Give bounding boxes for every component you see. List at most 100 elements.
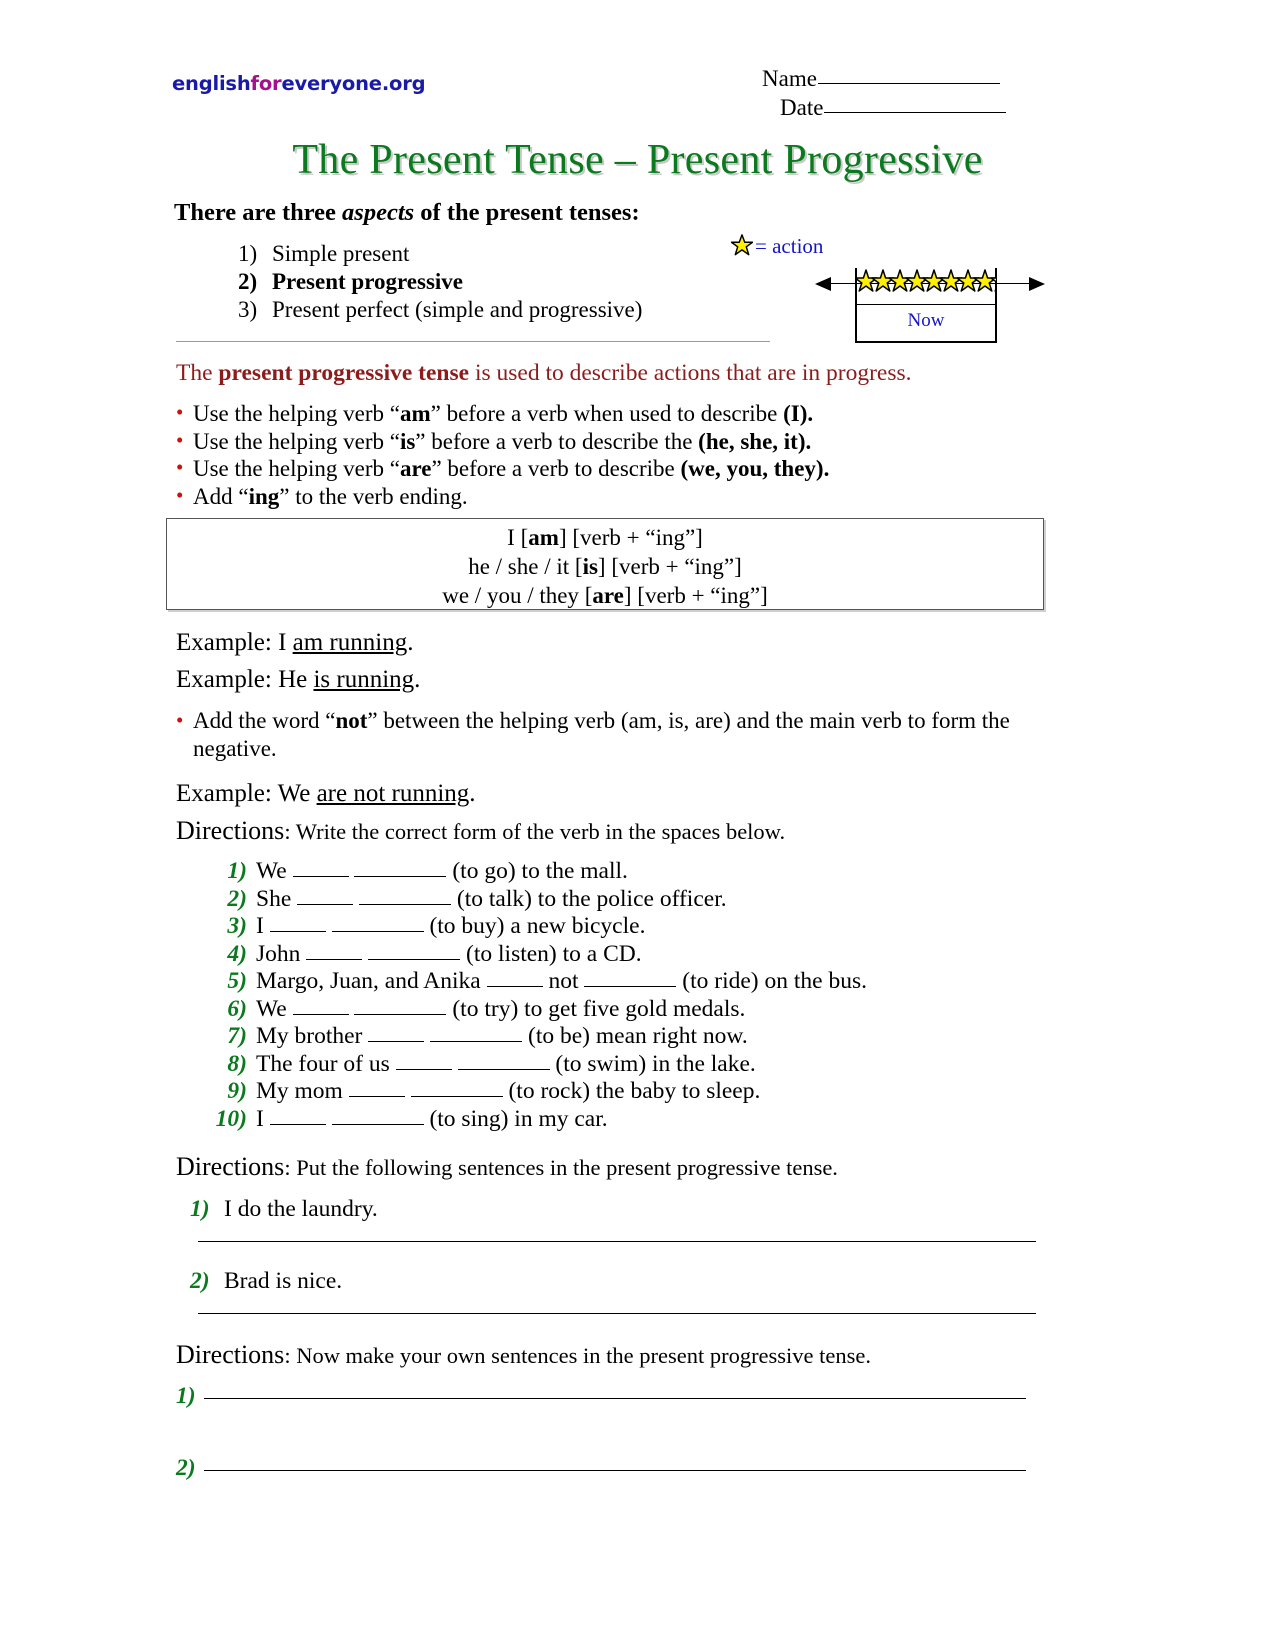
exercise-blank-long[interactable]: [354, 876, 447, 877]
exercise-pre: We: [256, 858, 293, 884]
exercise-blank-long[interactable]: [331, 1123, 424, 1125]
exercise-blank-short[interactable]: [306, 958, 363, 960]
logo-part-everyone: everyone.org: [281, 72, 426, 95]
exercise-blank-short[interactable]: [348, 1096, 405, 1097]
exercise-pre: My mom: [256, 1078, 349, 1104]
name-date-block: Name Date: [762, 64, 1052, 122]
rule-bullet-is-text2: ” before a verb to describe the: [415, 428, 699, 454]
section-divider: [176, 341, 770, 342]
timeline-stars-group: [856, 268, 996, 298]
conjugation-line-1: I [am] [verb + “ing”]: [507, 525, 703, 550]
conj-subject-1: I: [507, 525, 515, 550]
exercise-blank-long[interactable]: [584, 986, 677, 987]
exercise-blank-short[interactable]: [368, 1041, 425, 1042]
exercise-blank-long[interactable]: [430, 1041, 523, 1042]
exercise-blank-long[interactable]: [331, 931, 424, 932]
legend-action: = action: [730, 234, 823, 262]
rule-bullet-ing-text1: Add “: [193, 483, 249, 509]
exercise-item[interactable]: 8) The four of us (to swim) in the lake.: [205, 1051, 1105, 1079]
rewrite-item: 2) Brad is nice.: [190, 1268, 1040, 1314]
exercise-number: 2): [227, 885, 247, 912]
directions-text-1: : Write the correct form of the verb in …: [284, 819, 786, 844]
exercise-post: (to ride) on the bus.: [676, 968, 867, 994]
rule-statement-bold: present progressive tense: [218, 360, 470, 386]
exercise-item[interactable]: 5) Margo, Juan, and Anika not (to ride) o…: [205, 968, 1105, 996]
exercise-blank-short[interactable]: [297, 903, 354, 905]
exercise-pre: The four of us: [256, 1050, 396, 1077]
rule-statement-after: is used to describe actions that are in …: [469, 360, 912, 386]
page-header: englishforeveryone.org Name Date: [172, 64, 1052, 132]
aspect-label-1: Simple present: [272, 241, 410, 266]
conjugation-box: I [am] [verb + “ing”] he / she / it [is]…: [166, 518, 1044, 610]
exercise-pre: My brother: [256, 1023, 369, 1049]
exercise-post: (to buy) a new bicycle.: [423, 913, 646, 939]
negative-rule-word: not: [335, 708, 368, 733]
example-label-2: Example:: [176, 666, 279, 693]
name-field-row[interactable]: Name: [762, 64, 1052, 93]
name-blank-line[interactable]: [817, 83, 1000, 84]
exercise-item[interactable]: 7) My brother (to be) mean right now.: [205, 1023, 1105, 1051]
conj-subject-2: he / she / it: [468, 554, 570, 579]
exercise-post: (to listen) to a CD.: [460, 940, 642, 967]
own-sentence-number: 1): [176, 1383, 196, 1409]
exercise-blank-short[interactable]: [269, 931, 326, 932]
date-blank-line[interactable]: [824, 112, 1007, 113]
example-am-running: Example: I am running.: [176, 629, 413, 657]
aspects-list: 1) Simple present 2) Present progressive 3…: [238, 240, 758, 324]
rule-statement-before: The: [176, 360, 219, 386]
aspect-label-3: Present perfect (simple and progressive): [272, 297, 643, 322]
timeline-diagram: Now: [815, 268, 1045, 344]
conj-aux-1: am: [528, 525, 559, 550]
own-sentence-line[interactable]: [204, 1398, 1026, 1399]
site-logo[interactable]: englishforeveryone.org: [172, 72, 426, 95]
rewrite-answer-line[interactable]: [198, 1241, 1036, 1242]
conj-rest-3: [verb + “ing”]: [637, 583, 768, 608]
exercise-post: (to sing) in my car.: [423, 1105, 608, 1132]
rule-bullet-are: Use the helping verb “are” before a verb…: [176, 454, 1056, 483]
exercise-number: 3): [227, 913, 247, 939]
rule-bullet-is-verb: is: [399, 428, 416, 454]
exercise-item[interactable]: 3) I (to buy) a new bicycle.: [205, 913, 1105, 941]
exercise-blank-long[interactable]: [410, 1096, 503, 1097]
conjugation-line-3: we / you / they [are] [verb + “ing”]: [442, 583, 768, 608]
exercise-item[interactable]: 2) She (to talk) to the police officer.: [205, 886, 1105, 914]
rule-bullet-am: Use the helping verb “am” before a verb …: [176, 399, 1056, 428]
exercise-item[interactable]: 9) My mom (to rock) the baby to sleep.: [205, 1078, 1105, 1106]
exercise-item[interactable]: 1) We (to go) to the mall.: [205, 858, 1105, 886]
exercise-item[interactable]: 10) I (to sing) in my car.: [205, 1106, 1105, 1134]
example-post-1: .: [407, 629, 414, 656]
exercise-blank-short[interactable]: [269, 1123, 326, 1125]
exercise-number: 5): [227, 968, 247, 994]
date-field-row[interactable]: Date: [762, 93, 1052, 122]
own-sentence-line[interactable]: [204, 1470, 1026, 1471]
intro-heading: There are three aspects of the present t…: [174, 199, 640, 227]
exercise-blank-long[interactable]: [354, 1013, 447, 1015]
exercise-post: (to be) mean right now.: [522, 1023, 748, 1049]
aspect-item-3: 3) Present perfect (simple and progressiv…: [238, 296, 758, 324]
exercise-mid: [362, 941, 368, 967]
conj-aux-2: is: [582, 554, 598, 579]
rewrite-number: 2): [190, 1268, 210, 1294]
exercise-blank-short[interactable]: [292, 1013, 349, 1015]
rule-bullet-are-text1: Use the helping verb “: [193, 456, 400, 481]
exercise-blank-long[interactable]: [359, 903, 451, 905]
rewrite-prompt: 1) I do the laundry.: [190, 1196, 1040, 1223]
exercise-blank-long[interactable]: [457, 1068, 550, 1070]
rewrite-item: 1) I do the laundry.: [190, 1196, 1040, 1242]
exercise-item[interactable]: 4) John (to listen) to a CD.: [205, 941, 1105, 969]
exercise-blank-short[interactable]: [292, 876, 349, 877]
exercise-pre: Margo, Juan, and Anika: [256, 968, 487, 994]
exercise-mid: [349, 996, 355, 1022]
exercise-blank-long[interactable]: [368, 958, 461, 960]
exercise-blank-short[interactable]: [486, 986, 543, 987]
exercise-post: (to rock) the baby to sleep.: [502, 1078, 761, 1104]
exercise-number: 9): [227, 1078, 247, 1104]
exercise-blank-short[interactable]: [395, 1068, 452, 1070]
exercise-item[interactable]: 6) We (to try) to get five gold medals.: [205, 996, 1105, 1024]
star-icon: [730, 234, 754, 262]
rule-bullet-am-verb: am: [399, 401, 431, 426]
timeline-inner-rule: [857, 304, 995, 305]
timeline-now-label: Now: [907, 310, 945, 331]
rewrite-answer-line[interactable]: [198, 1313, 1036, 1314]
exercise-number: 8): [227, 1050, 247, 1077]
